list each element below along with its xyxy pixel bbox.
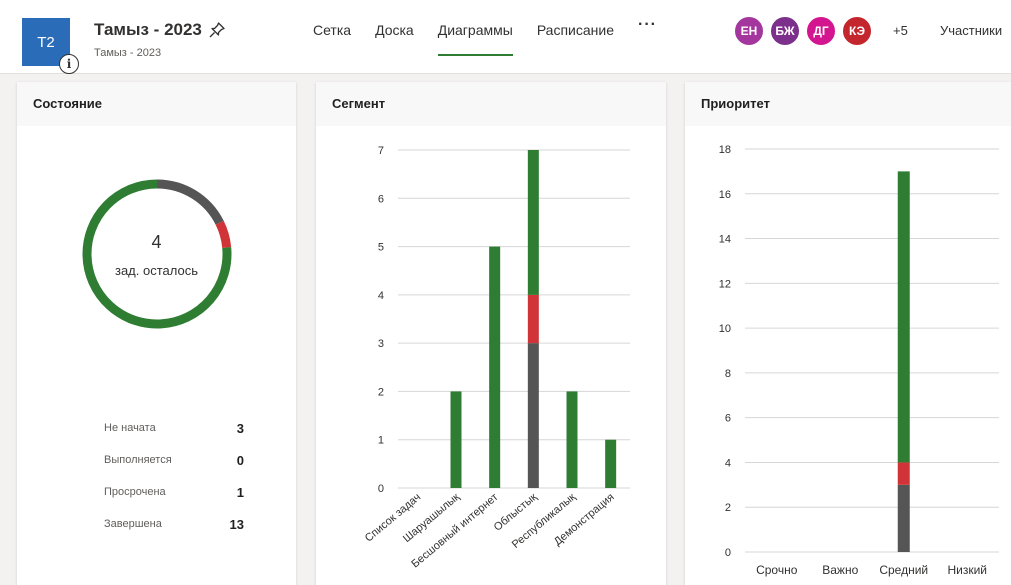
legend-label: Завершена xyxy=(104,518,162,530)
bar-segment-not-started[interactable] xyxy=(897,484,910,552)
bar-segment-completed[interactable] xyxy=(566,391,578,488)
legend-row-completed: Завершена 13 xyxy=(104,508,244,540)
y-tick-label: 6 xyxy=(725,413,731,425)
info-icon[interactable]: i xyxy=(59,54,79,74)
members-button[interactable]: Участники xyxy=(940,23,1002,38)
legend-row-not-started: Не начата 3 xyxy=(104,412,244,444)
x-tick-label: Низкий xyxy=(947,563,987,577)
y-tick-label: 10 xyxy=(719,323,731,335)
plan-title: Тамыз - 2023 xyxy=(94,20,202,39)
remaining-count: 4 xyxy=(151,232,162,252)
bar-segment-completed[interactable] xyxy=(897,171,910,463)
y-tick-label: 2 xyxy=(378,386,384,398)
y-tick-label: 2 xyxy=(725,502,731,514)
more-tabs-button[interactable]: ··· xyxy=(638,16,657,50)
view-tabs: Сетка Доска Диаграммы Расписание ··· xyxy=(313,16,657,56)
tab-board[interactable]: Доска xyxy=(375,22,414,50)
legend-value: 1 xyxy=(236,484,244,500)
y-tick-label: 7 xyxy=(378,145,384,157)
bar-segment-completed[interactable] xyxy=(489,246,501,488)
bar-segment-completed[interactable] xyxy=(605,439,617,488)
bar-segment-completed[interactable] xyxy=(450,391,462,488)
y-tick-label: 12 xyxy=(719,278,731,290)
status-legend: Не начата 3 Выполняется 0 Просрочена 1 З… xyxy=(104,412,244,540)
segment-card-title: Сегмент xyxy=(316,82,666,126)
tab-grid[interactable]: Сетка xyxy=(313,22,351,50)
status-donut-chart xyxy=(82,179,232,329)
y-tick-label: 5 xyxy=(378,242,384,254)
y-tick-label: 0 xyxy=(378,483,384,495)
avatar[interactable]: КЭ xyxy=(841,15,873,47)
avatar[interactable]: ДГ xyxy=(805,15,837,47)
priority-card: Приоритет 0 2 4 6 8 10 12 14 16 18 Срочно Важно Сред… xyxy=(685,82,1011,585)
legend-value: 0 xyxy=(236,452,244,468)
legend-label: Не начата xyxy=(104,422,156,434)
legend-label: Просрочена xyxy=(104,486,166,498)
legend-value: 13 xyxy=(229,516,244,532)
legend-label: Выполняется xyxy=(104,454,172,466)
y-tick-label: 6 xyxy=(378,193,384,205)
y-tick-label: 4 xyxy=(725,457,731,469)
y-tick-label: 14 xyxy=(719,234,731,246)
y-tick-label: 3 xyxy=(378,338,384,350)
y-tick-label: 18 xyxy=(719,144,731,156)
avatar[interactable]: ЕН xyxy=(733,15,765,47)
y-tick-label: 1 xyxy=(378,435,384,447)
status-card: Состояние 4 зад. осталось Не начата 3 Вы… xyxy=(17,82,296,585)
avatar[interactable]: БЖ xyxy=(769,15,801,47)
tab-charts[interactable]: Диаграммы xyxy=(437,22,513,56)
legend-row-in-progress: Выполняется 0 xyxy=(104,444,244,476)
more-members-count[interactable]: +5 xyxy=(893,23,908,38)
segment-bar-chart: 01234567Список задачШаруашылықБесшовный … xyxy=(363,145,630,570)
legend-value: 3 xyxy=(236,420,244,436)
y-tick-label: 0 xyxy=(725,547,731,559)
bar-segment-overdue[interactable] xyxy=(897,462,910,485)
member-avatars: ЕН БЖ ДГ КЭ xyxy=(733,15,877,47)
plan-header: T2 i Тамыз - 2023 Тамыз - 2023 Сетка Дос… xyxy=(0,0,1011,74)
y-tick-label: 4 xyxy=(378,290,384,302)
remaining-label: зад. осталось xyxy=(114,263,198,278)
priority-bar-chart: 0 2 4 6 8 10 12 14 16 18 Срочно Важно Средний Низкий xyxy=(719,144,999,577)
status-card-title: Состояние xyxy=(17,82,296,126)
segment-card: Сегмент 0 1 2 3 4 5 6 7 Список задач Шаруашылық Бе… xyxy=(316,82,666,585)
pin-icon[interactable] xyxy=(208,21,226,39)
bar-segment-not-started[interactable] xyxy=(527,343,539,488)
plan-subtitle: Тамыз - 2023 xyxy=(94,47,162,59)
x-tick-label: Средний xyxy=(879,563,928,577)
x-tick-label: Срочно xyxy=(756,563,798,577)
tab-schedule[interactable]: Расписание xyxy=(537,22,614,50)
donut-slice-not-started xyxy=(156,179,224,225)
priority-card-title: Приоритет xyxy=(685,82,1011,126)
y-tick-label: 16 xyxy=(719,189,731,201)
bar-segment-overdue[interactable] xyxy=(527,294,539,344)
y-tick-label: 8 xyxy=(725,368,731,380)
x-tick-label: Важно xyxy=(822,563,858,577)
legend-row-overdue: Просрочена 1 xyxy=(104,476,244,508)
bar-segment-completed[interactable] xyxy=(527,150,539,295)
